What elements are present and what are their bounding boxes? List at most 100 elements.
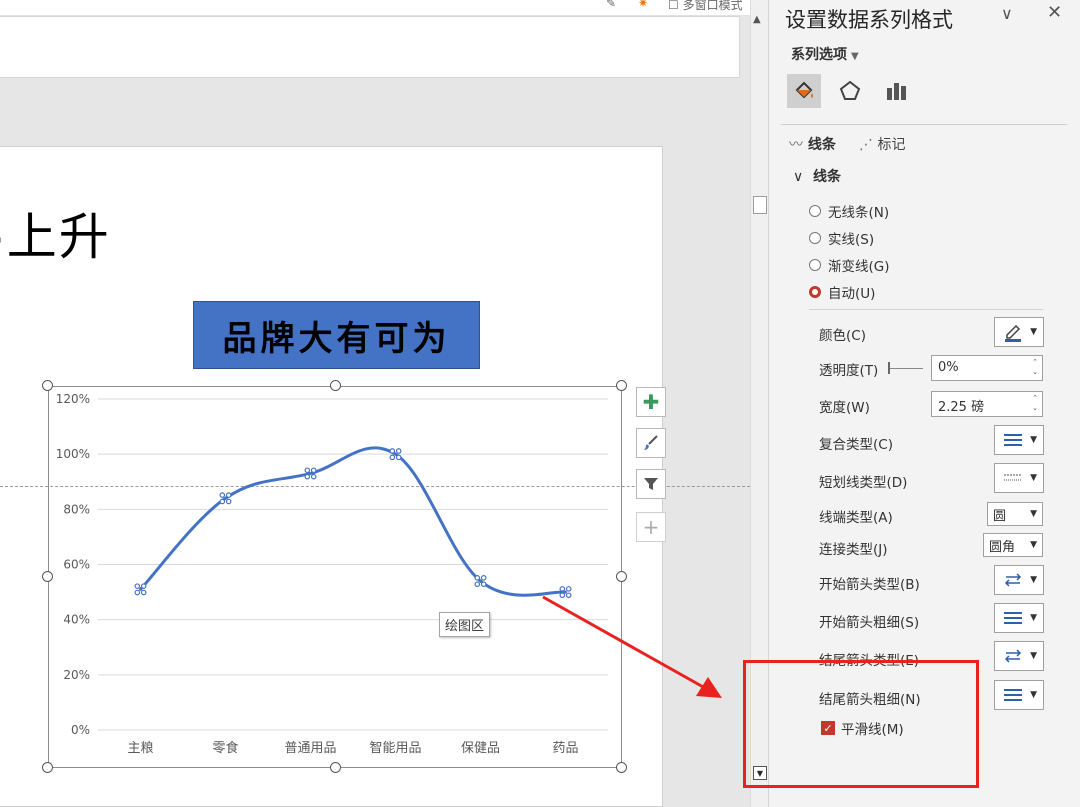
subtab-marker[interactable]: ⋰ 标记 [859, 134, 905, 154]
close-icon[interactable]: ✕ [1047, 2, 1062, 23]
spinner-icon[interactable]: ⌃ ⌄ [1032, 393, 1038, 413]
radio-label: 自动(U) [828, 286, 876, 302]
begin-arrow-size-dropdown[interactable]: ▼ [994, 603, 1044, 633]
radio-circle [809, 232, 821, 244]
x-tick-label: 保健品 [461, 741, 500, 756]
arrow-type-icon [1004, 649, 1022, 663]
cap-type-dropdown[interactable]: 圆 ▼ [987, 502, 1043, 526]
width-input[interactable]: 2.25 磅 ⌃ ⌄ [931, 391, 1043, 417]
radio-label: 实线(S) [828, 232, 875, 248]
caret-down-icon: ▼ [1030, 575, 1037, 585]
tab-fill-line[interactable] [787, 74, 821, 108]
caret-down-icon: ▼ [1030, 540, 1037, 550]
chevron-down-icon[interactable]: ∨ [1001, 4, 1013, 23]
chart-elements-button[interactable]: ✚ [636, 387, 666, 417]
caret-down-icon: ▼ [1030, 435, 1037, 445]
arrow-size-icon [1004, 612, 1022, 624]
multi-window-label: 多窗口模式 [682, 0, 743, 12]
scroll-thumb[interactable] [753, 196, 767, 214]
radio-label: 无线条(N) [828, 205, 890, 221]
join-type-label: 连接类型(J) [819, 542, 888, 558]
chart-styles-button[interactable] [636, 428, 666, 458]
cap-type-label: 线端类型(A) [819, 510, 893, 526]
radio-solid-line[interactable]: 实线(S) [809, 228, 874, 248]
subtab-line[interactable]: 〰 线条 [789, 134, 836, 154]
x-tick-label: 主粮 [127, 741, 153, 756]
join-type-dropdown[interactable]: 圆角 ▼ [983, 533, 1043, 557]
fill-line-icon [795, 81, 813, 99]
series-options-dropdown[interactable]: 系列选项 ▼ [791, 44, 859, 64]
width-value: 2.25 磅 [938, 400, 985, 415]
chart-filters-button[interactable] [636, 469, 666, 499]
line-chart[interactable]: 0% 20% 40% 60% 80% 100% 120% 主粮 零食 普通用品 智能用品 保健品 药品 [48, 386, 622, 768]
pane-divider [781, 124, 1067, 125]
plus-icon: + [642, 515, 660, 539]
end-arrow-type-dropdown[interactable]: ▼ [994, 641, 1044, 671]
y-tick-label: 40% [63, 613, 90, 627]
compound-type-dropdown[interactable]: ▼ [994, 425, 1044, 455]
radio-circle [809, 259, 821, 271]
caret-down-icon: ▼ [1030, 473, 1037, 483]
notes-box[interactable] [0, 16, 740, 78]
end-arrow-size-dropdown[interactable]: ▼ [994, 680, 1044, 710]
section-toggle-line[interactable]: ∨ 线条 [793, 166, 841, 186]
tab-series-options[interactable] [879, 74, 913, 108]
caret-down-icon: ▼ [851, 51, 859, 62]
begin-arrow-size-label: 开始箭头粗细(S) [819, 615, 920, 631]
spinner-icon[interactable]: ⌃ ⌄ [1032, 357, 1038, 377]
y-tick-label: 100% [56, 447, 90, 461]
chart-extra-button[interactable]: + [636, 512, 666, 542]
slide-title[interactable]: ·上升 [0, 197, 111, 269]
transparency-value: 0% [938, 360, 959, 375]
radio-circle [809, 205, 821, 217]
transparency-label: 透明度(T) [819, 363, 879, 379]
radio-gradient-line[interactable]: 渐变线(G) [809, 255, 890, 275]
ribbon-strip: ✎ ✷ ☐ 多窗口模式 [0, 0, 750, 16]
y-tick-label: 20% [63, 668, 90, 682]
x-tick-label: 药品 [552, 741, 578, 756]
radio-automatic[interactable]: 自动(U) [809, 282, 875, 302]
begin-arrow-type-dropdown[interactable]: ▼ [994, 565, 1044, 595]
highlight-box [743, 660, 979, 788]
slide-title-text: 上升 [6, 208, 111, 266]
compound-lines-icon [1004, 434, 1022, 446]
cap-type-value: 圆 [993, 508, 1007, 524]
y-tick-label: 60% [63, 558, 90, 572]
caret-down-icon: ▼ [1030, 651, 1037, 661]
settings-icon[interactable]: ✷ [638, 0, 648, 10]
tab-effects[interactable] [833, 74, 867, 108]
caret-down-icon: ▼ [1030, 690, 1037, 700]
dash-type-label: 短划线类型(D) [819, 475, 908, 491]
series-options-icon [887, 83, 906, 100]
arrow-size-icon [1004, 689, 1022, 701]
marker-subtab-icon: ⋰ [859, 137, 873, 153]
caret-down-icon: ▼ [1030, 327, 1037, 337]
line-subtab-icon: 〰 [789, 137, 803, 153]
y-tick-label: 0% [71, 723, 90, 737]
eraser-icon[interactable]: ✎ [606, 0, 616, 10]
x-tick-label: 零食 [212, 740, 238, 756]
document-area: ✎ ✷ ☐ 多窗口模式 ·上升 品牌大有可为 0% 20% 40% 60% 80% 100… [0, 0, 750, 807]
title-cursor-mark: · [0, 218, 7, 264]
dash-type-dropdown[interactable]: ▼ [994, 463, 1044, 493]
begin-arrow-type-label: 开始箭头类型(B) [819, 577, 920, 593]
radio-no-line[interactable]: 无线条(N) [809, 201, 889, 221]
slider-knob[interactable] [888, 362, 890, 374]
multi-window-toggle[interactable]: ☐ 多窗口模式 [668, 0, 743, 13]
join-type-value: 圆角 [989, 539, 1016, 555]
color-picker-button[interactable]: ▼ [994, 317, 1044, 347]
compound-type-label: 复合类型(C) [819, 437, 893, 453]
radio-label: 渐变线(G) [828, 259, 890, 275]
effects-icon [839, 80, 861, 100]
subtab-line-label: 线条 [807, 137, 836, 153]
caret-down-icon: ▼ [1030, 613, 1037, 623]
transparency-slider[interactable] [889, 368, 923, 369]
radio-circle-selected [809, 286, 821, 298]
y-tick-label: 120% [56, 392, 90, 406]
brand-textbox[interactable]: 品牌大有可为 [193, 301, 480, 369]
x-tick-label: 普通用品 [284, 741, 336, 756]
scroll-up-icon[interactable]: ▲ [753, 14, 761, 25]
y-tick-label: 80% [63, 502, 90, 516]
series-line[interactable] [139, 446, 567, 597]
transparency-input[interactable]: 0% ⌃ ⌄ [931, 355, 1043, 381]
